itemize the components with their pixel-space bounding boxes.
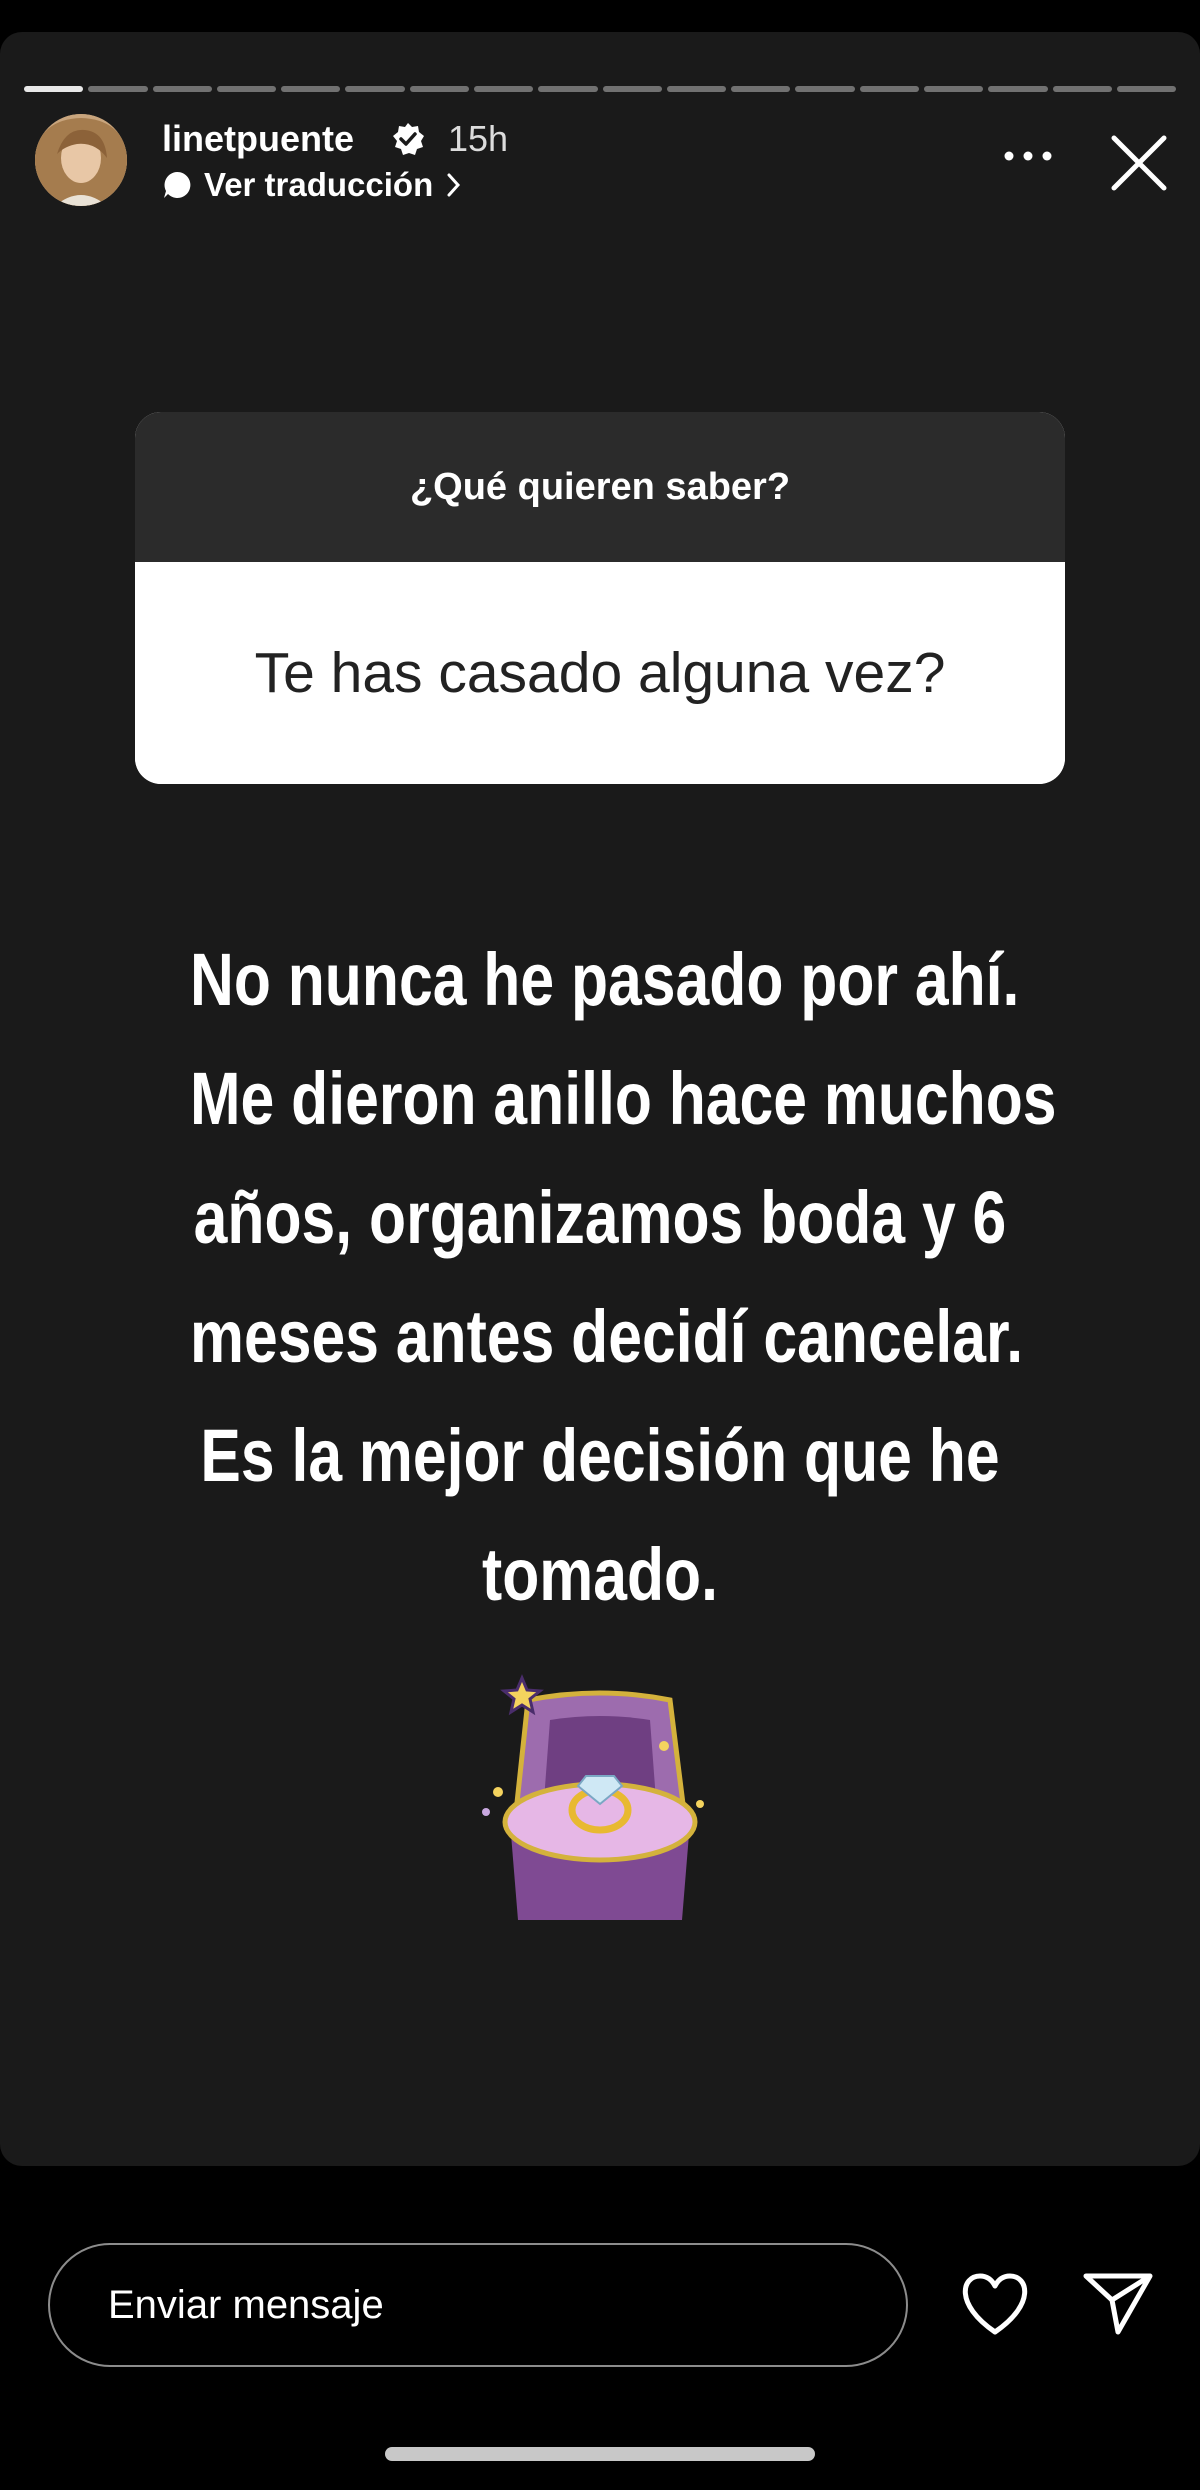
progress-segment (731, 86, 791, 92)
more-options-button[interactable] (995, 136, 1061, 176)
send-button[interactable] (1082, 2270, 1154, 2336)
answer-line: tomado. (482, 1533, 718, 1616)
avatar[interactable] (35, 114, 127, 206)
ring-box-sticker (470, 1672, 730, 1932)
answer-line: Me dieron anillo hace muchos (190, 1057, 1057, 1140)
progress-segment (281, 86, 341, 92)
question-prompt: ¿Qué quieren saber? (135, 412, 1065, 562)
answer-text: No nunca he pasado por ahí. Me dieron an… (190, 920, 1057, 1634)
send-icon (1083, 2273, 1153, 2335)
progress-segment (88, 86, 148, 92)
progress-segment (1116, 86, 1177, 92)
progress-segment (538, 86, 598, 92)
progress-segment (859, 86, 919, 92)
close-icon (1111, 135, 1167, 191)
translation-label: Ver traducción (204, 166, 434, 203)
answer-line: meses antes decidí cancelar. (190, 1295, 1024, 1378)
progress-segment (24, 86, 84, 92)
progress-segment (409, 86, 469, 92)
progress-segment (602, 86, 662, 92)
like-button[interactable] (960, 2272, 1030, 2336)
progress-segment (923, 86, 984, 92)
heart-icon (962, 2273, 1028, 2335)
progress-segment (152, 86, 212, 92)
progress-segment (795, 86, 855, 92)
progress-segment (988, 86, 1048, 92)
progress-segment (666, 86, 727, 92)
progress-bar (24, 86, 1177, 92)
question-sticker[interactable]: ¿Qué quieren saber? Te has casado alguna… (135, 412, 1065, 784)
post-time: 15h (448, 118, 509, 159)
translation-link[interactable]: Ver traducción (162, 166, 463, 204)
chevron-right-icon (447, 173, 461, 197)
translate-bubble-icon (164, 171, 191, 198)
story-viewer[interactable]: linetpuente 15h Ver traducción ¿Qué quie… (0, 32, 1200, 2166)
username[interactable]: linetpuente (162, 118, 354, 160)
verified-badge-icon (391, 122, 425, 156)
answer-line: años, organizamos boda y 6 (193, 1176, 1007, 1259)
close-button[interactable] (1104, 128, 1174, 198)
question-text: Te has casado alguna vez? (135, 562, 1065, 784)
more-icon (1004, 151, 1052, 161)
home-indicator[interactable] (385, 2447, 815, 2461)
progress-segment (345, 86, 405, 92)
message-input[interactable] (48, 2243, 908, 2367)
answer-line: No nunca he pasado por ahí. (190, 938, 1020, 1021)
progress-segment (1052, 86, 1112, 92)
answer-line: Es la mejor decisión que he (200, 1414, 1000, 1497)
progress-segment (216, 86, 277, 92)
progress-segment (473, 86, 534, 92)
